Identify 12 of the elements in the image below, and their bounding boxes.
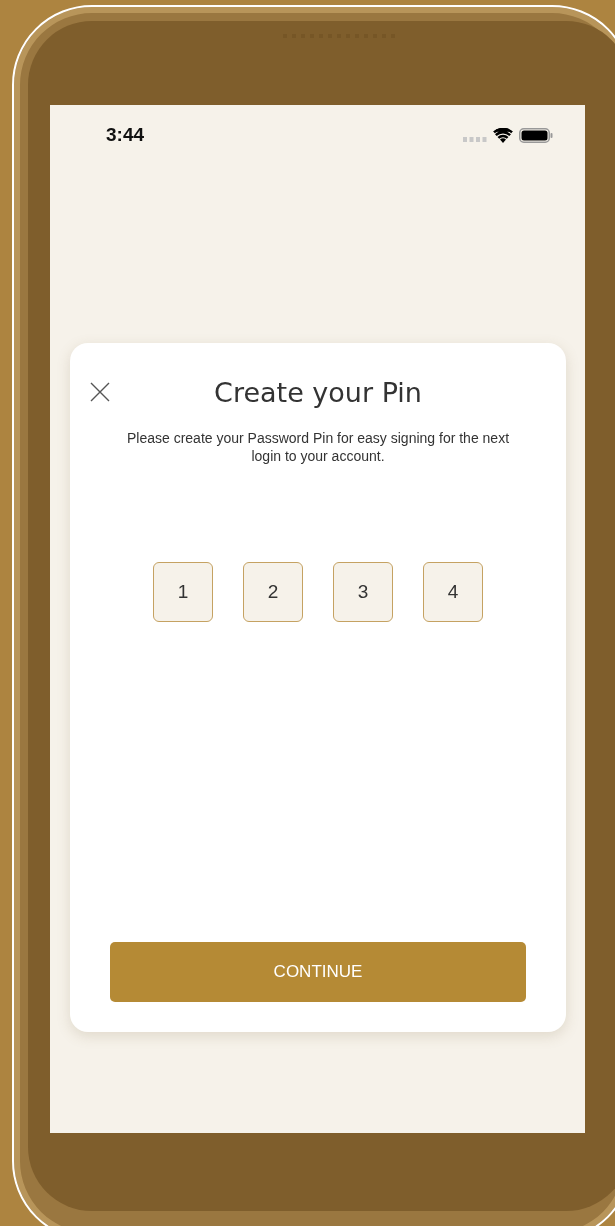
close-icon <box>90 382 110 402</box>
pin-field[interactable]: 1 <box>153 562 213 622</box>
pin-field[interactable]: 4 <box>423 562 483 622</box>
close-button[interactable] <box>90 382 110 402</box>
pin-field[interactable]: 3 <box>333 562 393 622</box>
pin-field[interactable]: 2 <box>243 562 303 622</box>
signal-icon <box>463 136 487 142</box>
dialog-title: Create your Pin <box>214 376 422 410</box>
battery-icon <box>519 127 553 143</box>
status-time: 3:44 <box>106 124 145 146</box>
dialog-description: Please create your Password Pin for easy signing for the next login to your account. <box>125 429 511 465</box>
wifi-icon <box>493 127 513 143</box>
